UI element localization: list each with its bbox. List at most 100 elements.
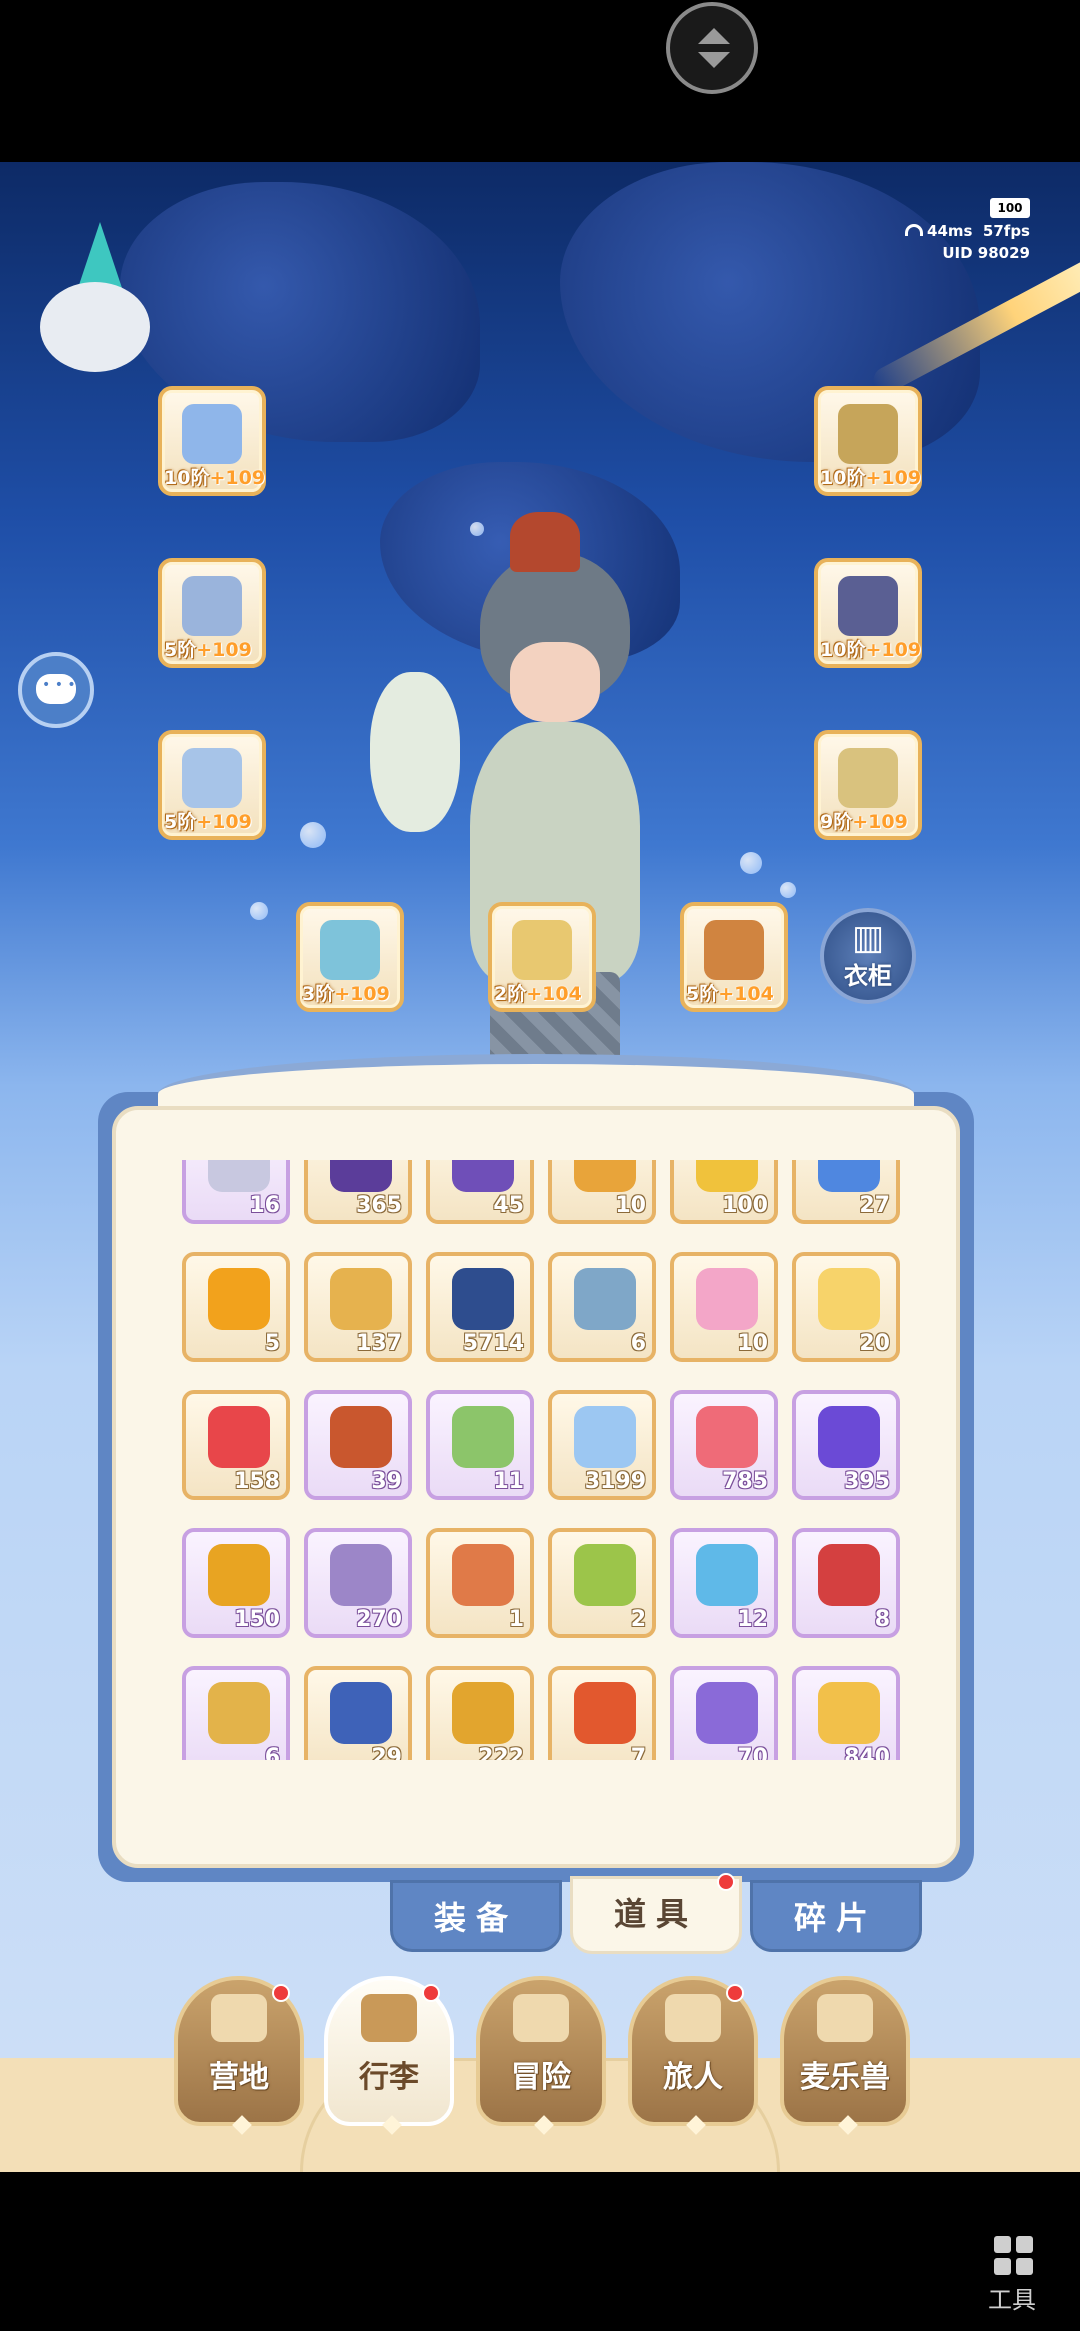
chat-button[interactable] (18, 652, 94, 728)
item-count: 222 (478, 1745, 524, 1760)
inventory-item[interactable]: 150 (182, 1528, 290, 1638)
nav-button[interactable]: 旅人 (628, 1976, 758, 2135)
equipment-slot-helmet[interactable]: 10阶+109 (814, 386, 922, 496)
cat-eye-icon (696, 1682, 758, 1744)
inventory-item[interactable]: 785 (670, 1390, 778, 1500)
inventory-item[interactable]: 39 (304, 1390, 412, 1500)
nav-button[interactable]: 行李 (324, 1976, 454, 2135)
boots-icon (838, 748, 898, 808)
helmet-icon (838, 404, 898, 464)
equipment-tier: 5阶 (686, 983, 719, 1005)
inventory-item[interactable]: 45 (426, 1160, 534, 1224)
equipment-tier: 10阶 (820, 467, 866, 489)
inventory-item[interactable]: 29 (304, 1666, 412, 1760)
inventory-item[interactable]: 10 (670, 1252, 778, 1362)
arrow-down-icon (698, 52, 730, 68)
inventory-item[interactable]: 70 (670, 1666, 778, 1760)
sub-tab[interactable]: 装备 (390, 1880, 562, 1952)
potion-bottle-icon (452, 1406, 514, 1468)
inventory-item[interactable]: 10 (548, 1160, 656, 1224)
equipment-slot-pendant[interactable]: 5阶+104 (680, 902, 788, 1012)
equipment-slot-cloak[interactable]: 5阶+109 (158, 730, 266, 840)
ice-crystal-icon (574, 1268, 636, 1330)
equipment-slot-necklace[interactable]: 2阶+104 (488, 902, 596, 1012)
gold-card-icon (452, 1682, 514, 1744)
expand-collapse-toggle[interactable] (666, 2, 758, 94)
nav-button[interactable]: 营地 (174, 1976, 304, 2135)
wardrobe-button[interactable]: ▥ 衣柜 (820, 908, 916, 1004)
inventory-item[interactable]: 6 (182, 1666, 290, 1760)
item-count: 5 (264, 1331, 280, 1356)
equipment-plus: +109 (196, 811, 252, 833)
inventory-item[interactable]: 395 (792, 1390, 900, 1500)
inventory-item[interactable]: 100 (670, 1160, 778, 1224)
item-count: 70 (737, 1745, 768, 1760)
item-count: 395 (844, 1469, 890, 1494)
inventory-item[interactable]: 5 (182, 1252, 290, 1362)
inventory-item[interactable]: 6 (548, 1252, 656, 1362)
chat-bubble-icon (36, 674, 76, 704)
inventory-item[interactable]: 270 (304, 1528, 412, 1638)
item-count: 39 (371, 1469, 402, 1494)
arrow-up-icon (698, 28, 730, 44)
inventory-item[interactable]: 365 (304, 1160, 412, 1224)
tools-button[interactable]: 工具 (972, 2236, 1052, 2316)
equipment-slot-weapon[interactable]: 10阶+109 (158, 386, 266, 496)
cheese-icon (818, 1682, 880, 1744)
inventory-item[interactable]: 11 (426, 1390, 534, 1500)
inventory-item[interactable]: 20 (792, 1252, 900, 1362)
item-count: 12 (737, 1607, 768, 1632)
equipment-plus: +104 (718, 983, 774, 1005)
item-count: 20 (859, 1331, 890, 1356)
bubble (300, 822, 326, 848)
inventory-item[interactable]: 3199 (548, 1390, 656, 1500)
equipment-level: 10阶+109 (820, 463, 921, 490)
equipment-slot-ring[interactable]: 3阶+109 (296, 902, 404, 1012)
sub-tab[interactable]: 道具 (570, 1873, 742, 1954)
item-count: 10 (615, 1193, 646, 1218)
equipment-tier: 2阶 (494, 983, 527, 1005)
inventory-item[interactable]: 12 (670, 1528, 778, 1638)
inventory-grid[interactable]: 16 365 45 10 100 27 5 137 5714 6 10 20 158 39 11 3199 78… (182, 1160, 942, 1760)
nav-button[interactable]: 冒险 (476, 1976, 606, 2135)
equipment-plus: +109 (865, 639, 922, 661)
inventory-item[interactable]: 27 (792, 1160, 900, 1224)
monster-head (40, 282, 150, 372)
sub-tab[interactable]: 碎片 (750, 1880, 922, 1952)
inventory-item[interactable]: 8 (792, 1528, 900, 1638)
item-count: 137 (356, 1331, 402, 1356)
equipment-plus: +109 (334, 983, 390, 1005)
equipment-slot-armor[interactable]: 5阶+109 (158, 558, 266, 668)
equipment-level: 10阶+109 (820, 635, 921, 662)
equipment-slot-boots[interactable]: 9阶+109 (814, 730, 922, 840)
uid-value: UID 98029 (942, 244, 1030, 262)
inventory-item[interactable]: 158 (182, 1390, 290, 1500)
sword-icon (182, 404, 242, 464)
necklace-icon (512, 920, 572, 980)
blue-card-icon (330, 1682, 392, 1744)
blue-potion-icon (696, 1544, 758, 1606)
purple-gem-icon (330, 1160, 392, 1192)
nav-label: 麦乐兽 (800, 2060, 890, 2095)
nav-button[interactable]: 麦乐兽 (780, 1976, 910, 2135)
fire-crystal-icon (452, 1544, 514, 1606)
inventory-item[interactable]: 222 (426, 1666, 534, 1760)
item-count: 7 (630, 1745, 646, 1760)
top-bar (0, 0, 1080, 162)
sub-tab-label: 道具 (613, 1895, 698, 1933)
notification-dot (726, 1984, 744, 2002)
mystic-orb-icon (452, 1268, 514, 1330)
inventory-item[interactable]: 137 (304, 1252, 412, 1362)
inventory-item[interactable]: 7 (548, 1666, 656, 1760)
inventory-item[interactable]: 5714 (426, 1252, 534, 1362)
item-count: 45 (493, 1193, 524, 1218)
inventory-item[interactable]: 840 (792, 1666, 900, 1760)
inventory-item[interactable]: 16 (182, 1160, 290, 1224)
monster-creature[interactable] (20, 222, 150, 392)
equipment-tier: 10阶 (820, 639, 866, 661)
horseshoe-icon (330, 1406, 392, 1468)
inventory-item[interactable]: 1 (426, 1528, 534, 1638)
equipment-slot-gauntlet[interactable]: 10阶+109 (814, 558, 922, 668)
inventory-item[interactable]: 2 (548, 1528, 656, 1638)
notification-dot (717, 1873, 735, 1891)
